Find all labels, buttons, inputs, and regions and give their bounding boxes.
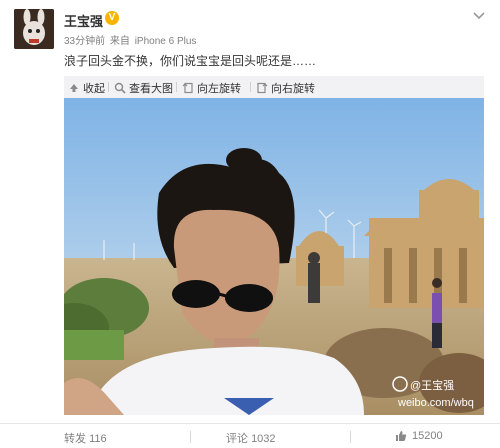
avatar-image [14,9,54,49]
selfie-photo: @王宝强 weibo.com/wbq [64,98,484,415]
image-toolbar: 收起 查看大图 向左旋转 向右旋转 [64,76,484,98]
watermark-site: weibo.com/wbq [397,397,474,409]
collapse-label: 收起 [83,83,105,95]
chevron-down-icon[interactable] [472,8,486,22]
repost-count: 116 [89,433,107,445]
like-count: 15200 [412,430,443,442]
post-meta: 33分钟前 来自 iPhone 6 Plus [64,32,198,47]
rotate-left-label: 向左旋转 [197,83,241,95]
post-text: 浪子回头金不换，你们说宝宝是回头呢还是…… [64,54,317,68]
watermark-handle: @王宝强 [410,378,454,392]
zoom-icon [114,82,126,94]
collapse-button[interactable]: 收起 [68,80,105,96]
view-large-button[interactable]: 查看大图 [114,80,173,96]
collapse-arrow-icon [70,84,78,92]
comment-button[interactable]: 评论 1032 [226,430,276,446]
toolbar-divider [176,82,177,92]
comment-label: 评论 [226,433,248,445]
footer-divider [0,423,500,424]
rotate-right-button[interactable]: 向右旋转 [256,80,315,96]
post-source[interactable]: iPhone 6 Plus [135,36,197,47]
rotate-right-label: 向右旋转 [271,83,315,95]
rotate-left-button[interactable]: 向左旋转 [182,80,241,96]
verified-badge: V [105,11,119,25]
comment-count: 1032 [251,433,276,445]
source-prefix: 来自 [109,36,130,47]
thumbs-up-icon [396,431,407,441]
post-time[interactable]: 33分钟前 [64,36,105,47]
footer-separator [190,431,191,443]
like-button[interactable]: 15200 [395,430,443,442]
repost-label: 转发 [64,433,86,445]
repost-button[interactable]: 转发 116 [64,430,107,446]
rotate-left-icon [182,82,193,94]
avatar[interactable] [14,9,54,49]
post-photo[interactable]: @王宝强 weibo.com/wbq [64,98,484,415]
toolbar-divider [108,82,109,92]
toolbar-divider [250,82,251,92]
footer-separator [350,431,351,443]
rotate-right-icon [257,82,268,94]
username[interactable]: 王宝强 [64,11,103,30]
view-large-label: 查看大图 [129,83,173,95]
